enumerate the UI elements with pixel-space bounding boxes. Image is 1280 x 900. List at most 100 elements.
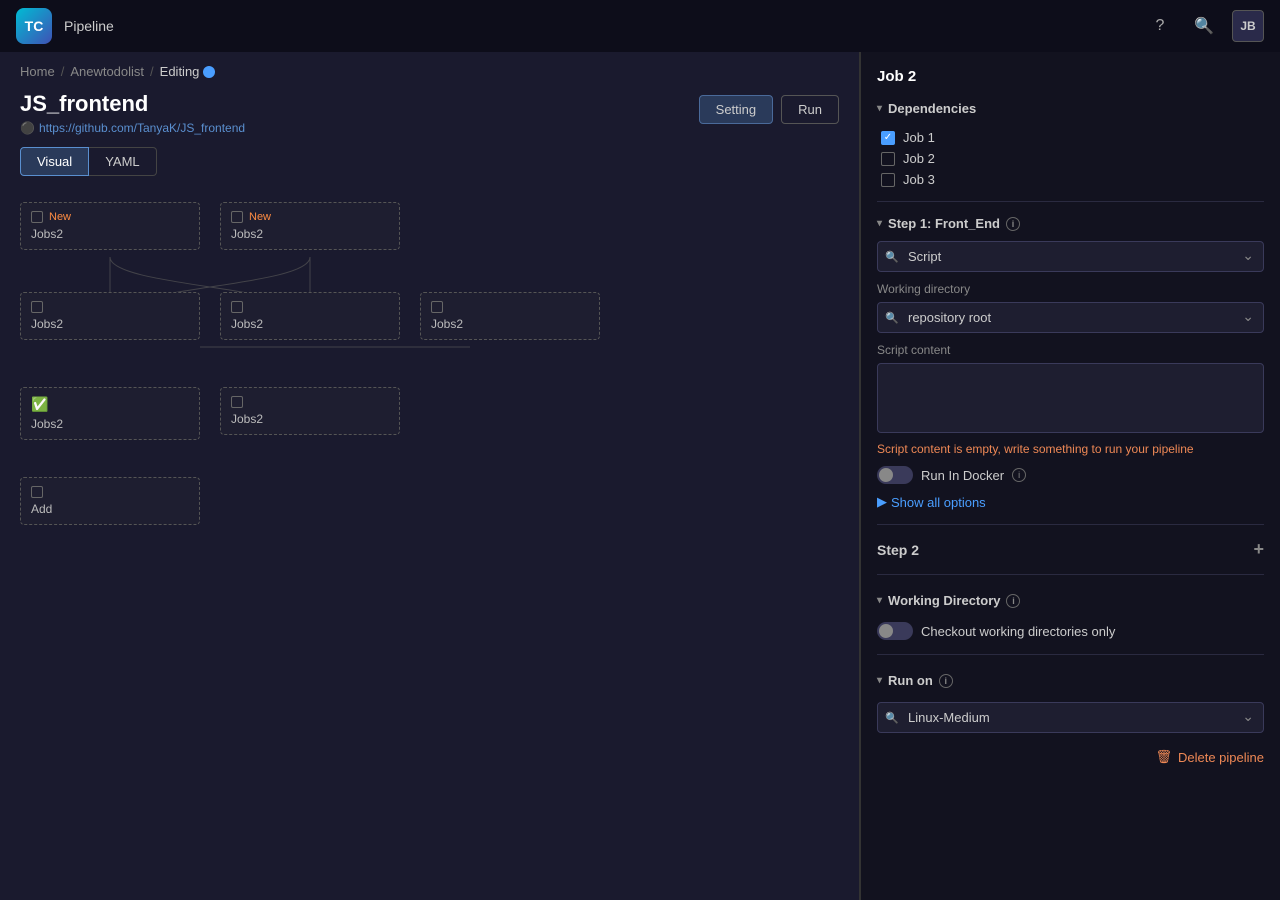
- job-node-7[interactable]: Jobs2: [220, 387, 400, 435]
- divider-2: [877, 524, 1264, 525]
- node-checkbox-4: [231, 301, 243, 313]
- dependencies-label: Dependencies: [888, 101, 976, 116]
- pipeline-canvas: New Jobs2 New Jobs2 Jobs2: [20, 192, 839, 752]
- page-title: JS_frontend: [20, 91, 245, 117]
- run-on-wrapper: Linux-Medium: [877, 702, 1264, 733]
- node-label-6: Jobs2: [31, 417, 189, 431]
- working-dir-section-header[interactable]: ▾ Working Directory i: [877, 589, 1264, 612]
- run-on-header[interactable]: ▾ Run on i: [877, 669, 1264, 692]
- tab-visual[interactable]: Visual: [20, 147, 89, 176]
- search-icon[interactable]: 🔍: [1188, 10, 1220, 42]
- job-title: Job 2: [877, 68, 1264, 85]
- node-checkbox-1: [31, 211, 43, 223]
- left-panel: Home / Anewtodolist / Editing JS_fronten…: [0, 52, 860, 900]
- step1-header[interactable]: ▾ Step 1: Front_End i: [877, 216, 1264, 231]
- page-header: JS_frontend ⚫ https://github.com/TanyaK/…: [0, 87, 859, 147]
- node-label-1: Jobs2: [31, 227, 189, 241]
- divider-4: [877, 654, 1264, 655]
- script-select[interactable]: Script: [877, 241, 1264, 272]
- working-dir-label: Working directory: [877, 282, 1264, 296]
- step1-label: Step 1: Front_End: [888, 216, 1000, 231]
- step2-label: Step 2: [877, 542, 919, 558]
- script-error: Script content is empty, write something…: [877, 442, 1264, 456]
- step2-header: Step 2 +: [877, 539, 1264, 560]
- node-checkbox-3: [31, 301, 43, 313]
- node-label-3: Jobs2: [31, 317, 189, 331]
- node-badge-1: New: [49, 211, 71, 223]
- job-node-1[interactable]: New Jobs2: [20, 202, 200, 250]
- run-in-docker-toggle[interactable]: [877, 466, 913, 484]
- checkbox-job1[interactable]: [881, 131, 895, 145]
- dependency-job1[interactable]: Job 1: [881, 130, 1264, 145]
- node-ok-icon-6: ✅: [31, 396, 48, 413]
- node-label-add: Add: [31, 502, 189, 516]
- run-on-chevron: ▾: [877, 675, 882, 686]
- script-content-label: Script content: [877, 343, 1264, 357]
- checkout-toggle[interactable]: [877, 622, 913, 640]
- breadcrumb-home[interactable]: Home: [20, 64, 55, 79]
- checkbox-job3[interactable]: [881, 173, 895, 187]
- job-node-3[interactable]: Jobs2: [20, 292, 200, 340]
- show-options-chevron: ▶: [877, 494, 887, 510]
- dependencies-header[interactable]: ▾ Dependencies: [877, 97, 1264, 120]
- node-checkbox-2: [231, 211, 243, 223]
- show-options-label: Show all options: [891, 495, 986, 510]
- run-on-select[interactable]: Linux-Medium: [877, 702, 1264, 733]
- setting-button[interactable]: Setting: [699, 95, 773, 124]
- show-options-link[interactable]: ▶ Show all options: [877, 494, 1264, 510]
- step1-info-icon[interactable]: i: [1006, 217, 1020, 231]
- run-button[interactable]: Run: [781, 95, 839, 124]
- run-in-docker-row: Run In Docker i: [877, 466, 1264, 484]
- checkout-row: Checkout working directories only: [877, 622, 1264, 640]
- checkout-label: Checkout working directories only: [921, 624, 1115, 639]
- node-label-7: Jobs2: [231, 412, 389, 426]
- run-on-label: Run on: [888, 673, 933, 688]
- trash-icon: 🗑: [1155, 749, 1172, 765]
- divider-3: [877, 574, 1264, 575]
- breadcrumb: Home / Anewtodolist / Editing: [0, 52, 859, 87]
- dependency-job3[interactable]: Job 3: [881, 172, 1264, 187]
- working-dir-info-icon[interactable]: i: [1006, 594, 1020, 608]
- page-actions: Setting Run: [699, 91, 839, 124]
- tabs: Visual YAML: [0, 147, 859, 192]
- working-dir-select[interactable]: repository root: [877, 302, 1264, 333]
- job-node-add[interactable]: Add: [20, 477, 200, 525]
- working-dir-section-label: Working Directory: [888, 593, 1000, 608]
- step2-add-icon[interactable]: +: [1253, 539, 1264, 560]
- job-node-5[interactable]: Jobs2: [420, 292, 600, 340]
- node-label-4: Jobs2: [231, 317, 389, 331]
- script-content-input[interactable]: [877, 363, 1264, 433]
- tab-yaml[interactable]: YAML: [89, 147, 156, 176]
- topnav: TC Pipeline ? 🔍 JB: [0, 0, 1280, 52]
- main-layout: Home / Anewtodolist / Editing JS_fronten…: [0, 52, 1280, 900]
- job-node-6[interactable]: ✅ Jobs2: [20, 387, 200, 440]
- docker-info-icon[interactable]: i: [1012, 468, 1026, 482]
- breadcrumb-project[interactable]: Anewtodolist: [70, 64, 144, 79]
- checkbox-job2[interactable]: [881, 152, 895, 166]
- app-title: Pipeline: [64, 18, 114, 34]
- divider-1: [877, 201, 1264, 202]
- breadcrumb-current: Editing: [160, 64, 216, 79]
- status-dot: [203, 66, 215, 78]
- run-on-info-icon[interactable]: i: [939, 674, 953, 688]
- node-checkbox-7: [231, 396, 243, 408]
- right-panel: Job 2 ▾ Dependencies Job 1 Job 2 Job 3 ▾…: [860, 52, 1280, 900]
- help-icon[interactable]: ?: [1144, 10, 1176, 42]
- app-logo: TC: [16, 8, 52, 44]
- avatar[interactable]: JB: [1232, 10, 1264, 42]
- dependency-job2[interactable]: Job 2: [881, 151, 1264, 166]
- job-node-4[interactable]: Jobs2: [220, 292, 400, 340]
- node-label-5: Jobs2: [431, 317, 589, 331]
- node-badge-2: New: [249, 211, 271, 223]
- step1-chevron: ▾: [877, 218, 882, 229]
- page-subtitle: ⚫ https://github.com/TanyaK/JS_frontend: [20, 121, 245, 135]
- script-select-wrapper: Script: [877, 241, 1264, 272]
- github-icon: ⚫: [20, 121, 35, 135]
- job-node-2[interactable]: New Jobs2: [220, 202, 400, 250]
- node-checkbox-5: [431, 301, 443, 313]
- delete-pipeline-button[interactable]: 🗑 Delete pipeline: [877, 749, 1264, 765]
- delete-label: Delete pipeline: [1178, 750, 1264, 765]
- node-label-2: Jobs2: [231, 227, 389, 241]
- run-in-docker-label: Run In Docker: [921, 468, 1004, 483]
- working-dir-wrapper: repository root: [877, 302, 1264, 333]
